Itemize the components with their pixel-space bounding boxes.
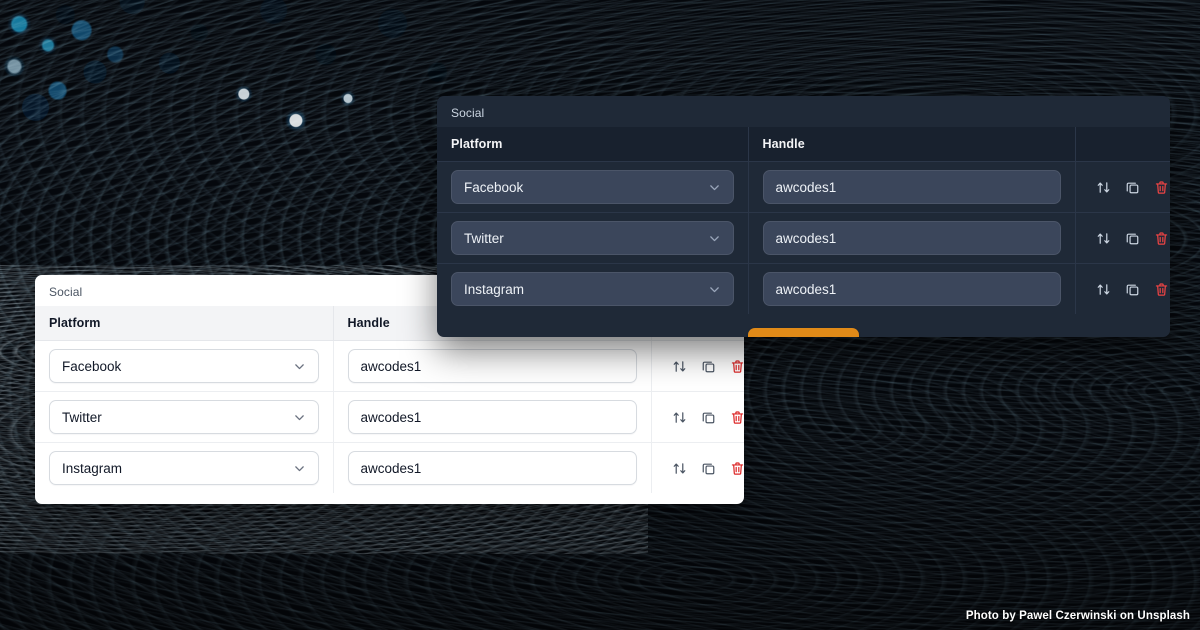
handle-input[interactable]: awcodes1	[762, 272, 1061, 306]
platform-select-value: Twitter	[464, 230, 504, 246]
cell-platform: Twitter	[35, 391, 334, 443]
handle-input[interactable]: awcodes1	[347, 400, 637, 434]
platform-select[interactable]: Facebook	[451, 170, 734, 204]
delete-icon[interactable]	[730, 359, 745, 374]
column-header-actions	[1075, 127, 1170, 162]
screenshot-canvas: Social Platform Handle Facebook awcodes1…	[0, 0, 1200, 630]
handle-input-value: awcodes1	[360, 460, 422, 476]
row-actions	[1090, 231, 1167, 246]
handle-input-value: awcodes1	[775, 281, 837, 297]
cell-handle: awcodes1	[748, 161, 1076, 213]
social-repeater-dark-theme: Social Platform Handle Facebook awcodes1…	[437, 96, 1170, 337]
platform-select[interactable]: Facebook	[49, 349, 319, 383]
row-actions	[666, 461, 743, 476]
chevron-down-icon	[709, 184, 719, 190]
delete-icon[interactable]	[1154, 231, 1169, 246]
platform-select-value: Instagram	[464, 281, 525, 297]
column-header-platform: Platform	[437, 127, 749, 162]
row-actions	[666, 410, 743, 425]
cell-actions	[1075, 264, 1170, 315]
platform-select[interactable]: Twitter	[451, 221, 734, 255]
reorder-icon[interactable]	[672, 410, 687, 425]
handle-input[interactable]: awcodes1	[347, 451, 637, 485]
clone-icon[interactable]	[1125, 231, 1140, 246]
reorder-icon[interactable]	[1096, 180, 1111, 195]
cell-platform: Twitter	[437, 212, 749, 264]
cell-handle: awcodes1	[748, 263, 1076, 314]
cell-platform: Facebook	[35, 340, 334, 392]
clone-icon[interactable]	[701, 359, 716, 374]
reorder-icon[interactable]	[1096, 282, 1111, 297]
handle-input-value: awcodes1	[360, 409, 422, 425]
table-body: Facebook awcodes1 Twitter awcodes1 Insta…	[35, 340, 744, 494]
platform-select-value: Twitter	[62, 409, 102, 425]
handle-input-value: awcodes1	[775, 230, 837, 246]
chevron-down-icon	[294, 465, 304, 471]
section-label: Social	[451, 106, 485, 120]
delete-icon[interactable]	[1154, 180, 1169, 195]
delete-icon[interactable]	[730, 461, 745, 476]
delete-icon[interactable]	[1154, 282, 1169, 297]
row-actions	[666, 359, 743, 374]
table-header: Platform Handle	[437, 127, 1170, 162]
handle-input-value: awcodes1	[360, 358, 422, 374]
table-body: Facebook awcodes1 Twitter awcodes1 Insta…	[437, 161, 1170, 315]
cell-platform: Instagram	[35, 442, 334, 493]
handle-input[interactable]: awcodes1	[762, 170, 1061, 204]
platform-select-value: Facebook	[464, 179, 524, 195]
cell-handle: awcodes1	[333, 340, 652, 392]
row-actions	[1090, 282, 1167, 297]
table-row: Twitter awcodes1	[35, 391, 744, 443]
column-header-handle: Handle	[748, 127, 1076, 162]
cell-actions	[1075, 213, 1170, 264]
row-actions	[1090, 180, 1167, 195]
handle-input-value: awcodes1	[775, 179, 837, 195]
cell-actions	[651, 341, 744, 392]
column-header-platform: Platform	[35, 306, 334, 341]
table-row: Twitter awcodes1	[437, 212, 1170, 264]
cell-actions	[651, 443, 744, 494]
panel-footer: Add to social	[437, 314, 1170, 337]
platform-select[interactable]: Twitter	[49, 400, 319, 434]
handle-input[interactable]: awcodes1	[347, 349, 637, 383]
table-row: Facebook awcodes1	[35, 340, 744, 392]
cell-platform: Instagram	[437, 263, 749, 314]
social-table: Platform Handle Facebook awcodes1 Twitte…	[437, 127, 1170, 314]
cell-handle: awcodes1	[748, 212, 1076, 264]
reorder-icon[interactable]	[672, 461, 687, 476]
clone-icon[interactable]	[701, 461, 716, 476]
chevron-down-icon	[294, 414, 304, 420]
reorder-icon[interactable]	[672, 359, 687, 374]
table-row: Instagram awcodes1	[437, 263, 1170, 315]
cell-platform: Facebook	[437, 161, 749, 213]
cell-actions	[1075, 162, 1170, 213]
chevron-down-icon	[294, 363, 304, 369]
handle-input[interactable]: awcodes1	[762, 221, 1061, 255]
table-row: Instagram awcodes1	[35, 442, 744, 494]
platform-select[interactable]: Instagram	[451, 272, 734, 306]
photo-attribution: Photo by Pawel Czerwinski on Unsplash	[965, 610, 1190, 622]
cell-actions	[651, 392, 744, 443]
table-header-row: Platform Handle	[437, 127, 1170, 162]
cell-handle: awcodes1	[333, 391, 652, 443]
platform-select-value: Instagram	[62, 460, 123, 476]
delete-icon[interactable]	[730, 410, 745, 425]
cell-handle: awcodes1	[333, 442, 652, 493]
add-to-social-button[interactable]: Add to social	[748, 328, 859, 337]
reorder-icon[interactable]	[1096, 231, 1111, 246]
platform-select[interactable]: Instagram	[49, 451, 319, 485]
panel-footer: Add to social	[35, 493, 744, 504]
platform-select-value: Facebook	[62, 358, 122, 374]
clone-icon[interactable]	[1125, 180, 1140, 195]
clone-icon[interactable]	[701, 410, 716, 425]
table-row: Facebook awcodes1	[437, 161, 1170, 213]
chevron-down-icon	[709, 235, 719, 241]
chevron-down-icon	[709, 286, 719, 292]
clone-icon[interactable]	[1125, 282, 1140, 297]
